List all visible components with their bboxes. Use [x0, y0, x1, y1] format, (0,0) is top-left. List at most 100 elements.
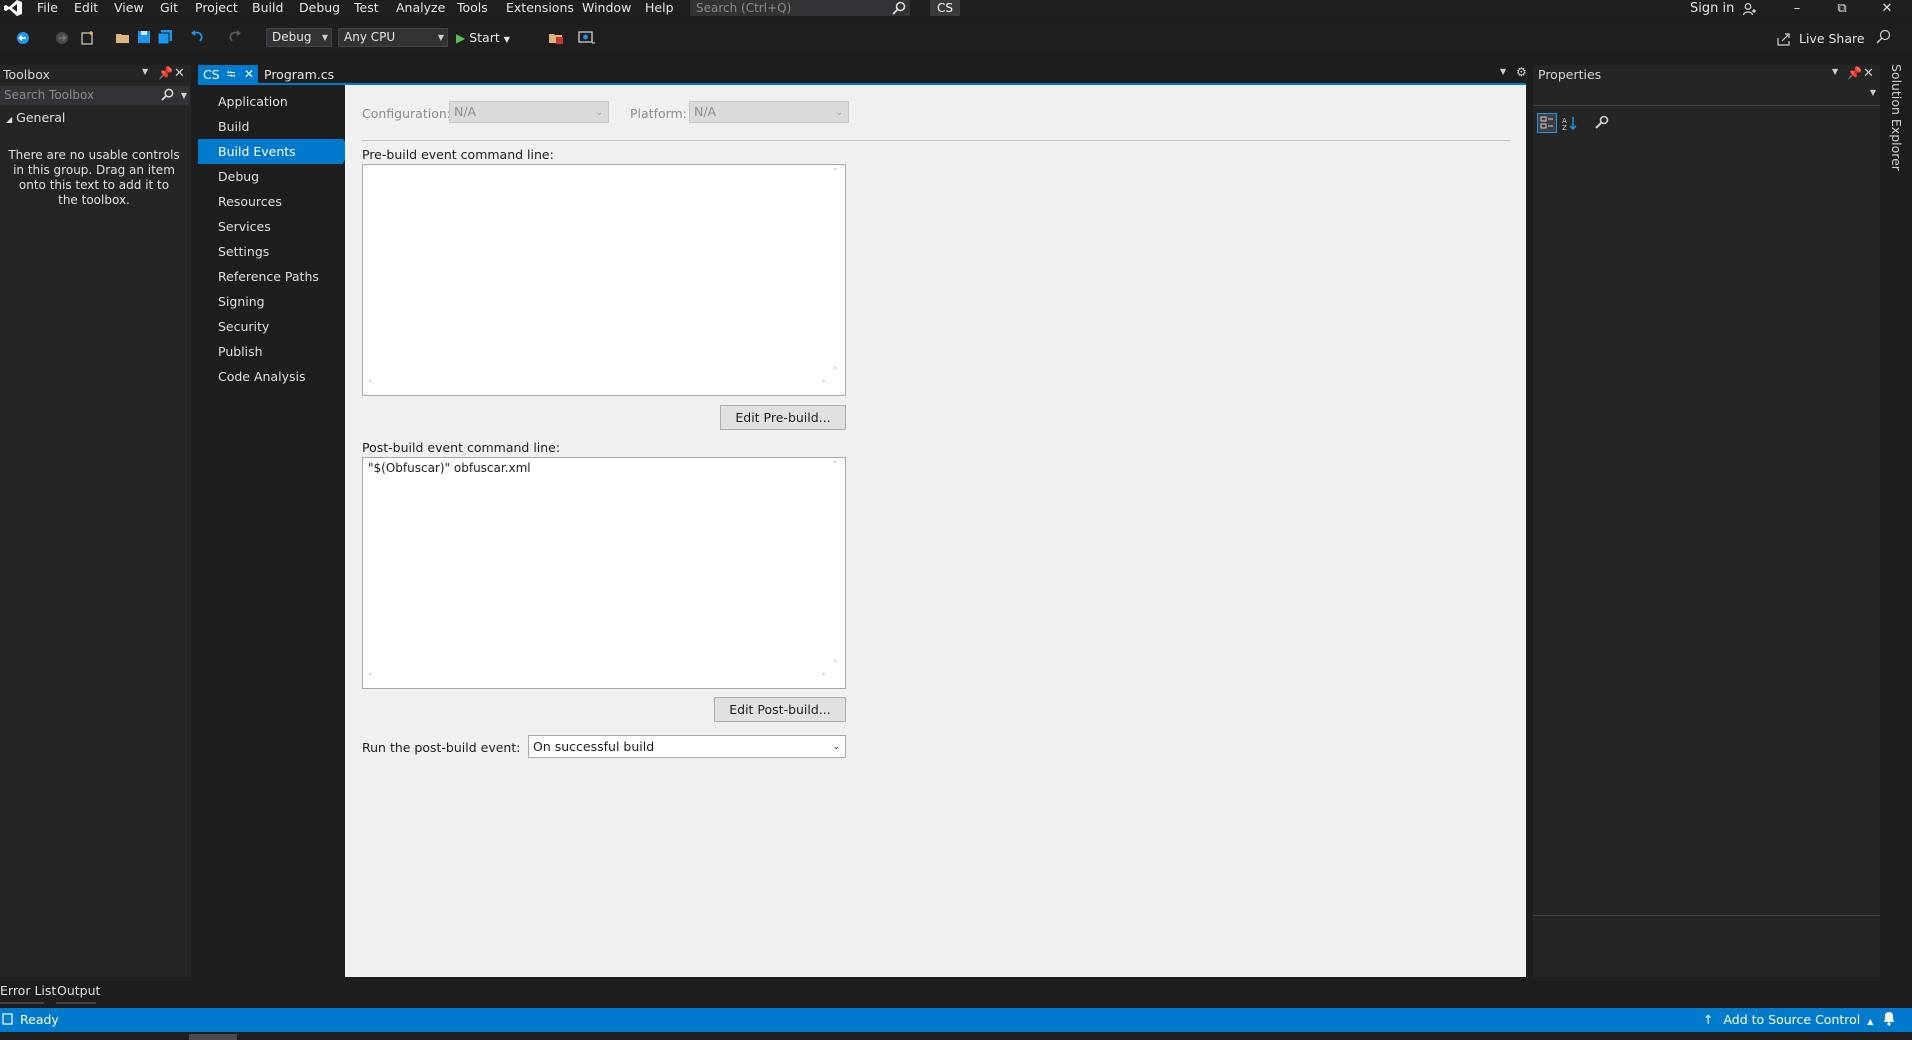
- tab-error-list[interactable]: Error List: [0, 983, 56, 998]
- close-panel-icon[interactable]: ✕: [1863, 66, 1874, 81]
- pin-icon[interactable]: ⭾: [227, 65, 235, 84]
- nav-item-signing[interactable]: Signing: [198, 289, 343, 314]
- menu-edit[interactable]: Edit: [74, 0, 98, 17]
- postbuild-horizontal-scrollbar[interactable]: ˂ ˃: [364, 672, 830, 687]
- search-icon: [161, 88, 174, 101]
- menu-debug[interactable]: Debug: [299, 0, 340, 17]
- edit-prebuild-button[interactable]: Edit Pre-build...: [720, 405, 846, 430]
- menu-help[interactable]: Help: [645, 0, 674, 17]
- run-postbuild-select[interactable]: On successful build ⌄: [528, 735, 846, 758]
- close-window-icon[interactable]: ✕: [1877, 0, 1897, 17]
- postbuild-vertical-scrollbar[interactable]: ˄ ˅: [830, 459, 844, 672]
- sign-in-label: Sign in: [1690, 1, 1735, 16]
- menu-analyze[interactable]: Analyze: [396, 0, 445, 17]
- save-all-icon[interactable]: [157, 30, 173, 44]
- build-events-page: Configuration: N/A ⌄ Platform: N/A ⌄ Pre…: [345, 85, 1526, 977]
- solution-explorer-label: Solution Explorer: [1889, 64, 1904, 171]
- nav-item-build-events[interactable]: Build Events: [198, 139, 351, 164]
- close-tab-icon[interactable]: ✕: [244, 65, 254, 84]
- solution-explorer-side-tab[interactable]: Solution Explorer: [1884, 60, 1912, 220]
- categorized-icon[interactable]: [1537, 113, 1557, 133]
- notifications-bell-icon[interactable]: [1882, 1011, 1896, 1027]
- feedback-icon[interactable]: [1876, 29, 1892, 45]
- tab-cs-properties[interactable]: CS ⭾ ✕: [198, 65, 258, 84]
- run-postbuild-label: Run the post-build event:: [362, 740, 521, 755]
- toolbox-empty-message: There are no usable controls in this gro…: [8, 148, 180, 207]
- toolbox-search-input[interactable]: Search Toolbox ▼: [0, 86, 190, 105]
- nav-item-security[interactable]: Security: [198, 314, 343, 339]
- edit-postbuild-button[interactable]: Edit Post-build...: [714, 697, 846, 722]
- menu-view[interactable]: View: [114, 0, 144, 17]
- pin-icon[interactable]: 📌: [1847, 66, 1862, 80]
- global-search-input[interactable]: Search (Ctrl+Q): [690, 0, 910, 16]
- prebuild-command-textarea[interactable]: ˄ ˅ ˂ ˃: [362, 164, 846, 396]
- restore-icon[interactable]: ⧉: [1832, 0, 1852, 17]
- menu-extensions[interactable]: Extensions: [506, 0, 574, 17]
- prebuild-label: Pre-build event command line:: [362, 147, 554, 162]
- gear-icon[interactable]: ⚙: [1516, 65, 1527, 79]
- scroll-up-icon[interactable]: ˄: [833, 461, 838, 471]
- navigate-back-icon[interactable]: [16, 31, 32, 45]
- nav-item-settings[interactable]: Settings: [198, 239, 343, 264]
- pin-icon[interactable]: 📌: [158, 66, 173, 80]
- nav-item-code-analysis[interactable]: Code Analysis: [198, 364, 343, 389]
- panel-menu-chevron-icon[interactable]: ▼: [1832, 67, 1838, 76]
- menu-window[interactable]: Window: [582, 0, 631, 17]
- status-ready: Ready: [20, 1012, 59, 1027]
- menu-build[interactable]: Build: [252, 0, 283, 17]
- menu-file[interactable]: File: [37, 0, 58, 17]
- tab-output[interactable]: Output: [57, 983, 100, 998]
- nav-item-application[interactable]: Application: [198, 89, 343, 114]
- postbuild-command-textarea[interactable]: "$(Obfuscar)" obfuscar.xml ˄ ˅ ˂ ˃: [362, 457, 846, 689]
- nav-item-debug[interactable]: Debug: [198, 164, 343, 189]
- nav-item-services[interactable]: Services: [198, 214, 343, 239]
- sign-in-button[interactable]: Sign in: [1690, 0, 1757, 17]
- chevron-down-icon: ▼: [1869, 88, 1876, 97]
- scroll-right-icon[interactable]: ˃: [822, 673, 827, 683]
- prebuild-vertical-scrollbar[interactable]: ˄ ˅: [830, 166, 844, 379]
- menu-project[interactable]: Project: [195, 0, 238, 17]
- minimize-icon[interactable]: –: [1787, 0, 1807, 17]
- undo-icon[interactable]: [190, 30, 206, 44]
- solution-platform-select[interactable]: Any CPU ▼: [338, 28, 448, 47]
- close-panel-icon[interactable]: ✕: [174, 66, 185, 81]
- properties-title: Properties: [1538, 67, 1602, 82]
- prebuild-horizontal-scrollbar[interactable]: ˂ ˃: [364, 379, 830, 394]
- nav-item-publish[interactable]: Publish: [198, 339, 343, 364]
- toolbox-group-general[interactable]: ◢ General: [6, 110, 65, 125]
- new-project-icon[interactable]: [80, 30, 96, 46]
- solution-platform-value: Any CPU: [344, 30, 396, 44]
- properties-object-select[interactable]: ▼: [1533, 86, 1880, 106]
- nav-item-resources[interactable]: Resources: [198, 189, 343, 214]
- add-to-source-control-button[interactable]: ↑ Add to Source Control ▲: [1703, 1012, 1873, 1027]
- menu-git[interactable]: Git: [160, 0, 178, 17]
- tab-program-cs[interactable]: Program.cs: [264, 65, 334, 84]
- scroll-right-icon[interactable]: ˃: [822, 380, 827, 390]
- alphabetical-icon[interactable]: AZ: [1561, 115, 1579, 131]
- solution-configuration-select[interactable]: Debug ▼: [266, 28, 332, 47]
- solution-explorer-folder-icon[interactable]: [548, 31, 564, 45]
- nav-item-reference-paths[interactable]: Reference Paths: [198, 264, 343, 289]
- property-pages-icon[interactable]: [1593, 115, 1609, 131]
- chevron-down-icon[interactable]: ▼: [181, 86, 187, 105]
- menu-tools[interactable]: Tools: [457, 0, 488, 17]
- navigate-forward-icon[interactable]: [55, 31, 69, 45]
- scroll-left-icon[interactable]: ˂: [368, 673, 373, 683]
- start-debugging-button[interactable]: ▶ Start ▼: [456, 29, 510, 49]
- tab-list-chevron-icon[interactable]: ▼: [1500, 67, 1506, 76]
- nav-item-build[interactable]: Build: [198, 114, 343, 139]
- scroll-up-icon[interactable]: ˄: [833, 168, 838, 178]
- redo-icon[interactable]: [226, 30, 242, 44]
- screenshot-tool-icon[interactable]: [578, 30, 596, 46]
- live-share-button[interactable]: Live Share: [1777, 31, 1865, 46]
- scroll-down-icon[interactable]: ˅: [833, 660, 838, 670]
- visual-studio-logo-icon[interactable]: [4, 0, 24, 16]
- panel-menu-chevron-icon[interactable]: ▼: [142, 67, 148, 76]
- menu-test[interactable]: Test: [354, 0, 379, 17]
- scroll-left-icon[interactable]: ˂: [368, 380, 373, 390]
- save-icon[interactable]: [137, 30, 151, 44]
- solution-name-badge[interactable]: CS: [930, 0, 960, 16]
- open-folder-icon[interactable]: [115, 31, 131, 45]
- configuration-value: N/A: [454, 104, 477, 119]
- scroll-down-icon[interactable]: ˅: [833, 367, 838, 377]
